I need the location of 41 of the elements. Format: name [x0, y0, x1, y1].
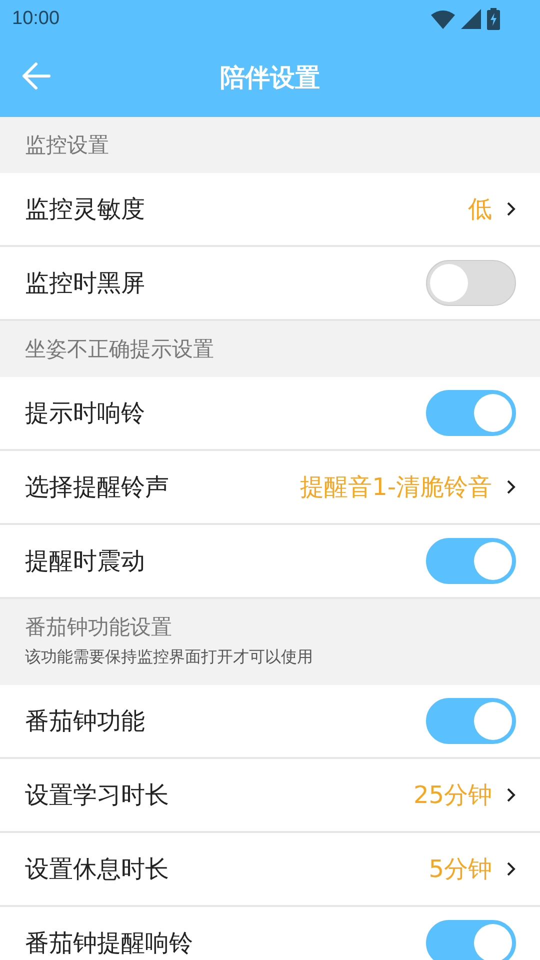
settings-row[interactable]: 提醒时震动	[0, 525, 540, 599]
setting-label: 提醒时震动	[25, 546, 146, 577]
setting-label: 提示时响铃	[25, 398, 146, 429]
settings-row[interactable]: 设置休息时长 5分钟	[0, 833, 540, 907]
settings-row[interactable]: 监控灵敏度 低	[0, 173, 540, 247]
setting-label: 设置学习时长	[25, 780, 170, 811]
settings-row[interactable]: 设置学习时长 25分钟	[0, 759, 540, 833]
setting-label: 选择提醒铃声	[25, 472, 170, 503]
settings-row[interactable]: 选择提醒铃声 提醒音1-清脆铃音	[0, 451, 540, 525]
page-title: 陪伴设置	[220, 62, 320, 94]
settings-row[interactable]: 番茄钟功能	[0, 685, 540, 759]
setting-label: 监控时黑屏	[25, 268, 146, 299]
chevron-right-icon	[506, 787, 516, 803]
settings-row[interactable]: 监控时黑屏	[0, 247, 540, 321]
setting-value: 5分钟	[428, 854, 492, 885]
section-header: 番茄钟功能设置	[25, 614, 172, 641]
setting-label: 番茄钟提醒响铃	[25, 928, 194, 959]
section-note: 该功能需要保持监控界面打开才可以使用	[25, 647, 313, 668]
toggle-switch[interactable]	[426, 390, 516, 436]
toggle-switch[interactable]	[426, 538, 516, 584]
wifi-icon	[431, 9, 455, 29]
setting-label: 设置休息时长	[25, 854, 170, 885]
setting-value: 提醒音1-清脆铃音	[300, 472, 492, 503]
status-time: 10:00	[12, 8, 60, 30]
setting-value: 低	[468, 194, 492, 225]
toggle-switch[interactable]	[426, 260, 516, 306]
chevron-right-icon	[506, 861, 516, 877]
section-header: 坐姿不正确提示设置	[25, 336, 214, 363]
setting-value: 25分钟	[413, 780, 492, 811]
settings-row[interactable]: 番茄钟提醒响铃	[0, 907, 540, 960]
section-header: 监控设置	[25, 132, 109, 159]
signal-icon	[461, 9, 481, 29]
setting-label: 监控灵敏度	[25, 194, 146, 225]
settings-row[interactable]: 提示时响铃	[0, 377, 540, 451]
toggle-switch[interactable]	[426, 920, 516, 960]
chevron-right-icon	[506, 479, 516, 495]
setting-label: 番茄钟功能	[25, 706, 146, 737]
chevron-right-icon	[506, 201, 516, 217]
toggle-switch[interactable]	[426, 698, 516, 744]
back-icon[interactable]	[21, 61, 51, 91]
battery-icon	[487, 8, 500, 30]
